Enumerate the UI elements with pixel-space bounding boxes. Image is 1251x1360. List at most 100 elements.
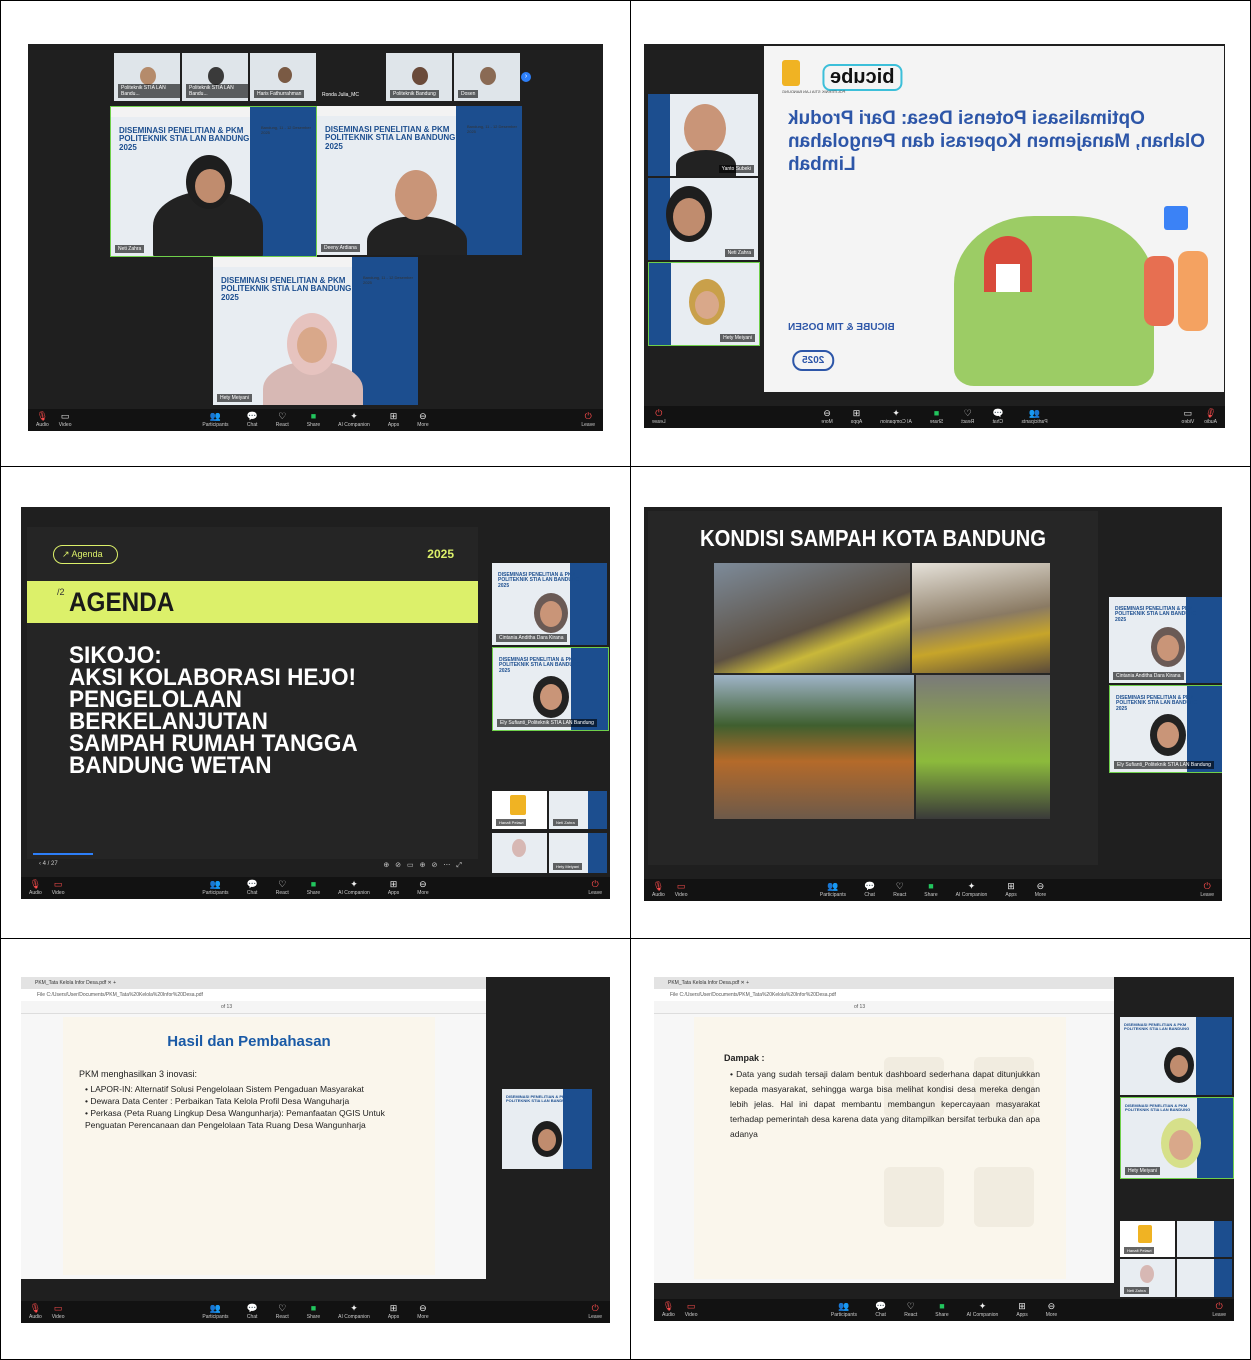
chat-button[interactable]: 💬 Chat (247, 1304, 258, 1321)
video-thumb: Neti Zahra (549, 791, 607, 829)
ai-companion-button[interactable]: ✦ AI Companion (338, 1304, 370, 1321)
browser-tab[interactable]: PKM_Tata Kelola Infor Desa.pdf ✕ + (21, 977, 486, 989)
share-button[interactable]: ■ Share (930, 408, 943, 425)
shared-browser: PKM_Tata Kelola Infor Desa.pdf ✕ + File … (21, 977, 486, 1279)
pdf-page: Dampak : • Data yang sudah tersaji dalam… (694, 1017, 1066, 1279)
video-thumb: Hanafi Pelawi (492, 791, 547, 829)
audio-button[interactable]: 🎙 Audio (36, 412, 49, 429)
slide-controls[interactable]: ⊕⊘▭⊕⊘⋯⤢ (383, 861, 468, 870)
video-button[interactable]: ▭ Video (52, 1304, 65, 1321)
share-button[interactable]: ■ Share (924, 882, 937, 899)
more-button[interactable]: ⊖ More (417, 412, 428, 429)
leave-button[interactable]: ⏻ Leave (1200, 882, 1214, 899)
video-thumb: Hety Meiyani (549, 833, 607, 873)
video-button[interactable]: ▭ Video (1182, 408, 1195, 425)
shared-slide: ↗ Agenda 2025 /2 AGENDA SIKOJO: AKSI KOL… (27, 527, 478, 869)
react-button[interactable]: ♡ React (276, 880, 289, 897)
browser-tab[interactable]: PKM_Tata Kelola Infor Desa.pdf ✕ + (654, 977, 1114, 989)
chat-button[interactable]: 💬 Chat (247, 880, 258, 897)
audio-button[interactable]: 🎙 Audio (29, 880, 42, 897)
zoom-screenshot-pdf-results: PKM_Tata Kelola Infor Desa.pdf ✕ + File … (21, 977, 610, 1323)
video-tile: DISEMINASI PENELITIAN & PKM POLITEKNIK ST… (1109, 597, 1222, 683)
zoom-screenshot-gallery: Politeknik STIA LAN Bandu... Politeknik … (28, 44, 603, 431)
participants-button[interactable]: 👥 Participants (202, 880, 228, 897)
react-button[interactable]: ♡ React (276, 1304, 289, 1321)
share-button[interactable]: ■ Share (307, 412, 320, 429)
apps-button[interactable]: ⊞ Apps (388, 412, 399, 429)
audio-button[interactable]: 🎙 Audio (662, 1302, 675, 1319)
audio-button[interactable]: 🎙 Audio (1204, 408, 1217, 425)
more-button[interactable]: ⊖ More (821, 408, 832, 425)
more-button[interactable]: ⊖ More (417, 880, 428, 897)
apps-button[interactable]: ⊞ Apps (1016, 1302, 1027, 1319)
zoom-screenshot-agenda: ↗ Agenda 2025 /2 AGENDA SIKOJO: AKSI KOL… (21, 507, 610, 899)
share-button[interactable]: ■ Share (935, 1302, 948, 1319)
zoom-toolbar: 🎙 Audio ▭ Video 👥 Participants 💬 Chat ♡ React… (21, 1301, 610, 1323)
chat-button[interactable]: 💬 Chat (875, 1302, 886, 1319)
shared-slide: bicube POLITEKNIK STIA LAN BANDUNG Optim… (764, 46, 1224, 392)
grid-divider-row2 (0, 938, 1251, 939)
ai-companion-button[interactable]: ✦ AI Companion (956, 882, 988, 899)
address-bar[interactable]: File C:/Users/User/Documents/PKM_Tata%20… (654, 989, 1114, 1001)
participants-button[interactable]: 👥 Participants (202, 1304, 228, 1321)
address-bar[interactable]: File C:/Users/User/Documents/PKM_Tata%20… (21, 989, 486, 1001)
react-button[interactable]: ♡ React (893, 882, 906, 899)
video-tile-speaker: DISEMINASI PENELITIAN & PKM POLITEKNIK ST… (110, 106, 317, 257)
more-button[interactable]: ⊖ More (417, 1304, 428, 1321)
pdf-toolbar[interactable]: of 13 (21, 1001, 486, 1014)
share-button[interactable]: ■ Share (307, 1304, 320, 1321)
page-indicator[interactable]: ‹ 4 / 27 (39, 861, 58, 867)
react-button[interactable]: ♡ React (276, 412, 289, 429)
zoom-screenshot-mirrored-share: Yanto Subeki Neti Zahra Hety Meiyani bic… (644, 44, 1225, 428)
ai-companion-button[interactable]: ✦ AI Companion (338, 880, 370, 897)
waste-photo-excavator (714, 563, 910, 673)
participant-thumb: Politeknik Bandung (386, 53, 452, 101)
video-tile-speaker: DISEMINASI PENELITIAN & PKM POLITEKNIK ST… (492, 647, 609, 731)
video-button[interactable]: ▭ Video (52, 880, 65, 897)
apps-button[interactable]: ⊞ Apps (1005, 882, 1016, 899)
chat-button[interactable]: 💬 Chat (864, 882, 875, 899)
zoom-toolbar: 🎙 Audio ▭ Video 👥 Participants 💬 Chat ♡ React… (644, 879, 1222, 901)
react-button[interactable]: ♡ React (904, 1302, 917, 1319)
video-button[interactable]: ▭ Video (59, 412, 72, 429)
participants-button[interactable]: 👥 Participants (1022, 408, 1048, 425)
chat-button[interactable]: 💬 Chat (992, 408, 1003, 425)
apps-button[interactable]: ⊞ Apps (851, 408, 862, 425)
ai-companion-button[interactable]: ✦ AI Companion (880, 408, 912, 425)
video-button[interactable]: ▭ Video (675, 882, 688, 899)
pdf-toolbar[interactable]: of 13 (654, 1001, 1114, 1014)
shared-browser: PKM_Tata Kelola Infor Desa.pdf ✕ + File … (654, 977, 1114, 1283)
participants-button[interactable]: 👥 Participants (202, 412, 228, 429)
video-tile: Yanto Subeki (648, 94, 758, 176)
waste-photo-green-truck (916, 675, 1050, 819)
video-tile: Neti Zahra (648, 178, 758, 260)
participants-button[interactable]: 👥 Participants (831, 1302, 857, 1319)
leave-button[interactable]: ⏻ Leave (588, 1304, 602, 1321)
shared-slide: KONDISI SAMPAH KOTA BANDUNG (648, 511, 1098, 865)
video-button[interactable]: ▭ Video (685, 1302, 698, 1319)
apps-button[interactable]: ⊞ Apps (388, 1304, 399, 1321)
leave-button[interactable]: ⏻ Leave (652, 408, 666, 425)
react-button[interactable]: ♡ React (961, 408, 974, 425)
video-thumb (1177, 1259, 1232, 1297)
apps-button[interactable]: ⊞ Apps (388, 880, 399, 897)
leave-button[interactable]: ⏻ Leave (1212, 1302, 1226, 1319)
ai-companion-button[interactable]: ✦ AI Companion (967, 1302, 999, 1319)
share-button[interactable]: ■ Share (307, 880, 320, 897)
audio-button[interactable]: 🎙 Audio (29, 1304, 42, 1321)
zoom-toolbar-mirrored: 🎙 Audio ▭ Video 👥 Participants 💬 Chat ♡ React… (644, 406, 1225, 428)
leave-button[interactable]: ⏻ Leave (588, 880, 602, 897)
zoom-toolbar: 🎙 Audio ▭ Video 👥 Participants 💬 Chat ♡ React… (21, 877, 610, 899)
participant-thumb: Politeknik STIA LAN Bandu... (114, 53, 180, 101)
audio-button[interactable]: 🎙 Audio (652, 882, 665, 899)
leave-button[interactable]: ⏻ Leave (581, 412, 595, 429)
next-page-icon[interactable]: › (521, 72, 531, 82)
zoom-toolbar: 🎙 Audio ▭ Video 👥 Participants 💬 Chat ♡ React… (28, 409, 603, 431)
participants-button[interactable]: 👥 Participants (820, 882, 846, 899)
participant-thumb: Ronda Julia_MC (318, 53, 384, 101)
garden-illustration (954, 216, 1154, 386)
ai-companion-button[interactable]: ✦ AI Companion (338, 412, 370, 429)
more-button[interactable]: ⊖ More (1046, 1302, 1057, 1319)
more-button[interactable]: ⊖ More (1035, 882, 1046, 899)
chat-button[interactable]: 💬 Chat (247, 412, 258, 429)
